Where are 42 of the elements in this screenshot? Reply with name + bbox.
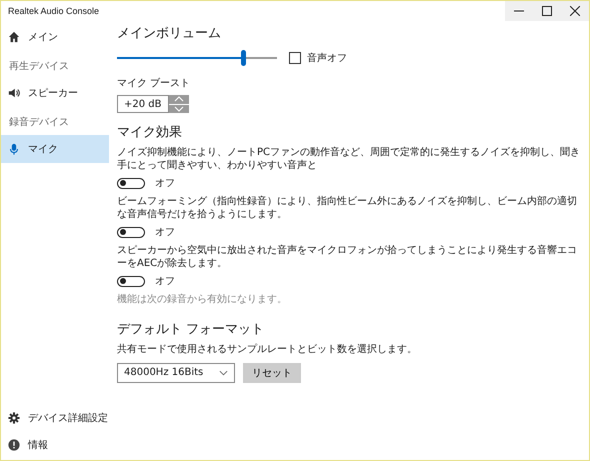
effect-description: スピーカーから空気中に放出された音声をマイクロフォンが拾ってしまうことにより発生する音響エコーをAECが除去します。 [117,245,578,270]
format-dropdown[interactable]: 48000Hz 16Bits [117,362,235,382]
sidebar-item[interactable]: デバイス詳細設定 [1,404,109,431]
minimize-icon [514,10,524,12]
maximize-icon [542,6,552,16]
mute-checkbox[interactable] [289,52,301,64]
note-text: 機能は次の録音から有効になります。 [117,292,287,306]
info-icon [8,438,20,450]
checkbox-label: 音声オフ [307,52,347,65]
sidebar-item[interactable]: 情報 [1,431,109,458]
effect-description: ノイズ抑制機能により、ノートPCファンの動作音など、周囲で定常的に発生するノイズを抑制し、聞き手にとって聞きやすい、わかりやすい音声と [117,147,582,172]
close-icon [570,6,580,16]
toggle-label: オフ [155,226,175,239]
microphone-icon [8,143,20,155]
sidebar-item[interactable]: スピーカー [1,79,109,107]
toggle-label: オフ [155,177,175,190]
sidebar-section-header: 録音デバイス [8,116,70,130]
reset-button[interactable]: リセット [243,362,301,382]
chevron-down-icon [174,106,184,112]
chevron-icon [219,370,228,376]
window-title: Realtek Audio Console [7,6,100,16]
volume-slider[interactable] [117,50,277,66]
speaker-icon [8,87,20,99]
increment-button[interactable] [169,95,189,104]
chevron-up-icon [174,96,184,102]
toggle-switch[interactable] [117,276,145,286]
sidebar-item[interactable]: マイク [1,135,109,163]
section-heading: マイク効果 [117,124,182,141]
section-heading: メインボリューム [117,25,221,42]
format-description: 共有モードで使用されるサンプルレートとビット数を選択します。 [117,344,417,356]
toggle-label: オフ [155,275,175,288]
home-icon [8,31,20,43]
sidebar-item[interactable]: メイン [1,23,109,51]
boost-field[interactable]: +20 dB [117,95,169,113]
sidebar-section-header: 再生デバイス [8,60,70,74]
effect-description: ビームフォーミング（指向性録音）により、指向性ビーム外にあるノイズを抑制し、ビーム内部の適切な音声信号だけを拾うようにします。 [117,196,578,221]
toggle-switch[interactable] [117,178,145,188]
field-label: マイク ブースト [117,76,190,90]
section-heading: デフォルト フォーマット [117,321,264,338]
toggle-switch[interactable] [117,226,145,238]
settings-icon [8,412,20,424]
decrement-button[interactable] [169,104,189,113]
